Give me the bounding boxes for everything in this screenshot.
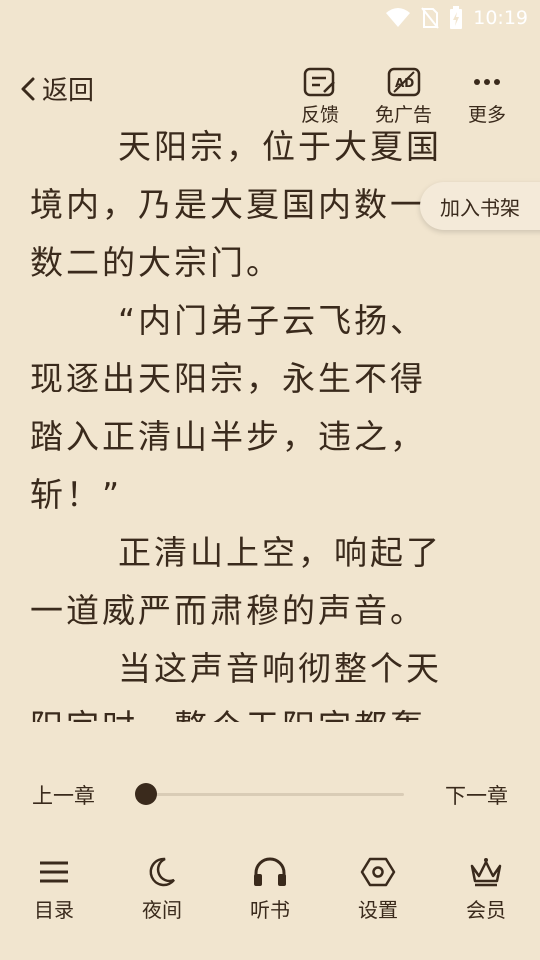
nav-label: 目录 — [34, 898, 74, 922]
chevron-left-icon — [21, 77, 35, 100]
bottom-nav: 目录 夜间 听书 设置 会员 — [0, 856, 540, 936]
text-line: 斩！” — [30, 475, 123, 514]
wifi-icon — [386, 8, 411, 27]
text-line: 阳宗时，整个天阳宗都轰 — [0, 698, 540, 722]
text-line: 踏入正清山半步，违之， — [30, 417, 426, 456]
reader-toolbar: 返回 反馈 AD 免广告 更多 — [0, 60, 540, 126]
status-bar: 10:19 — [0, 0, 540, 36]
add-to-bookshelf-button[interactable]: 加入书架 — [420, 182, 540, 230]
headphones-icon — [254, 857, 286, 886]
no-sim-icon — [421, 7, 440, 29]
nav-label: 会员 — [466, 898, 506, 922]
chapter-progress: 上一章 下一章 — [0, 772, 540, 816]
nav-item-listen[interactable]: 听书 — [230, 856, 310, 923]
text-line: “内门弟子云飞扬、 — [118, 301, 427, 340]
progress-slider-thumb[interactable] — [135, 783, 157, 805]
next-chapter-button[interactable]: 下一章 — [445, 780, 508, 810]
status-time: 10:19 — [473, 7, 528, 29]
nav-label: 听书 — [250, 898, 290, 922]
back-label: 返回 — [42, 76, 95, 106]
status-icons: 10:19 — [385, 6, 528, 30]
crown-icon — [470, 858, 502, 887]
no-ads-icon: AD — [387, 67, 420, 97]
prev-chapter-button[interactable]: 上一章 — [32, 780, 95, 810]
nav-label: 夜间 — [142, 898, 182, 922]
more-icon — [474, 79, 500, 85]
moon-icon — [149, 857, 175, 887]
settings-icon — [360, 857, 396, 887]
nav-item-night[interactable]: 夜间 — [122, 856, 202, 923]
text-line: 一道威严而肃穆的声音。 — [30, 591, 426, 630]
text-line: 天阳宗，位于大夏国 — [118, 127, 442, 166]
nav-item-catalog[interactable]: 目录 — [14, 856, 94, 923]
text-line: 数二的大宗门。 — [30, 243, 282, 282]
text-line: 正清山上空，响起了 — [118, 533, 442, 572]
battery-charging-icon — [450, 6, 463, 29]
nav-label: 设置 — [358, 898, 398, 922]
nav-item-vip[interactable]: 会员 — [446, 856, 526, 923]
menu-icon — [40, 861, 68, 883]
progress-track[interactable] — [146, 793, 404, 796]
nav-item-settings[interactable]: 设置 — [338, 856, 418, 923]
text-line: 现逐出天阳宗，永生不得 — [30, 359, 426, 398]
text-line: 当这声音响彻整个天 — [118, 649, 442, 688]
feedback-icon — [303, 67, 335, 97]
back-button[interactable]: 返回 — [18, 70, 94, 107]
